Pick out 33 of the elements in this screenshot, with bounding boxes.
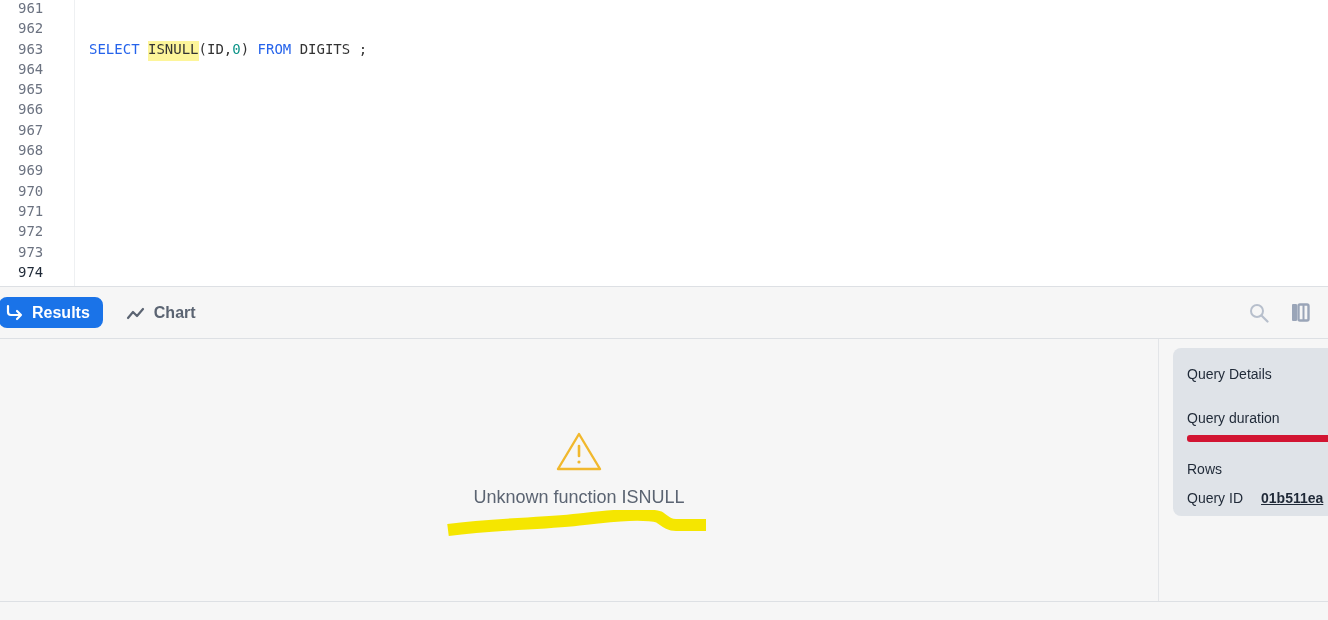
sql-code: DIGITS ; (299, 40, 368, 59)
field-label: Rows (1187, 461, 1223, 477)
line-number: 974 (17, 263, 45, 282)
field-label: Query ID (1187, 490, 1243, 506)
line-number: 969 (17, 162, 45, 181)
tab[interactable]: Results (0, 297, 103, 328)
line-number: 964 (17, 60, 45, 79)
sql-keyword: FROM (257, 40, 292, 59)
line-number: 963 (17, 40, 45, 59)
search-icon[interactable] (1249, 302, 1269, 323)
line-number: 961 (17, 0, 45, 18)
line-number: 962 (17, 20, 45, 39)
line-number: 972 (17, 223, 45, 242)
line-number: 968 (17, 142, 45, 161)
line-number: 973 (17, 243, 45, 262)
card-title: Query Details (1187, 366, 1273, 382)
columns-icon[interactable] (1291, 303, 1310, 322)
tab[interactable]: Chart (120, 297, 209, 328)
return-arrow-icon (4, 303, 24, 322)
line-number: 971 (17, 202, 45, 221)
line-number: 966 (17, 101, 45, 120)
sql-number: 0 (232, 40, 241, 59)
field-label: Query duration (1187, 410, 1281, 426)
line-number: 965 (17, 81, 45, 100)
sql-code: ISNULL (147, 40, 199, 61)
error-message: Unknown function ISNULL (473, 487, 685, 508)
sql-code: (ID, (198, 40, 233, 59)
line-number: 970 (17, 182, 45, 201)
line-number: 967 (17, 121, 45, 140)
warning-icon (555, 431, 603, 471)
sql-keyword: SELECT (89, 40, 140, 59)
query-id-link[interactable]: 01b511ea (1261, 490, 1324, 506)
sql-code: ) (240, 40, 250, 59)
